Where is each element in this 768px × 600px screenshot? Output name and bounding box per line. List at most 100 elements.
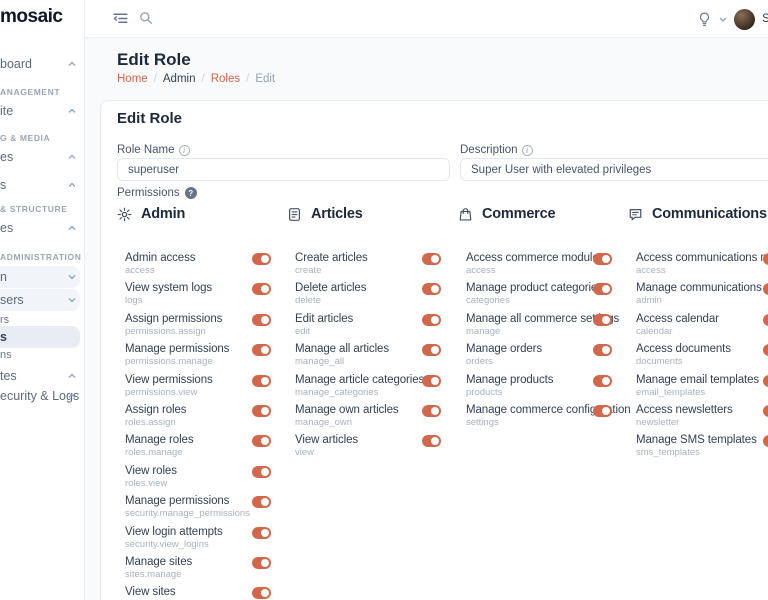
- shopping-bag-icon: [458, 207, 473, 222]
- sidebar-item-n[interactable]: n: [0, 266, 85, 288]
- help-icon[interactable]: ?: [184, 187, 197, 199]
- breadcrumb-roles[interactable]: Roles: [211, 73, 240, 85]
- permission-toggle[interactable]: [763, 374, 768, 387]
- permission-column-admin: Admin access access View system logs logs As…: [117, 252, 287, 600]
- permission-toggle[interactable]: [593, 313, 612, 326]
- toggle-knob: [431, 406, 439, 415]
- sidebar-item-board[interactable]: board: [0, 53, 85, 75]
- permission-toggle[interactable]: [422, 253, 441, 265]
- sidebar-item-sers[interactable]: sers: [0, 289, 85, 311]
- role-name-label: Role Name i: [117, 144, 190, 156]
- search-icon[interactable]: [138, 10, 156, 28]
- permission-toggle[interactable]: [422, 283, 441, 296]
- description-label: Description i: [460, 144, 533, 156]
- toggle-knob: [261, 255, 269, 263]
- permission-row-view: View articles view: [287, 434, 457, 464]
- permission-column-communications: Access communications moduleaccessManage…: [628, 252, 768, 465]
- breadcrumb-edit: Edit: [255, 73, 276, 85]
- breadcrumb-admin[interactable]: Admin: [163, 73, 196, 85]
- permission-toggle[interactable]: [252, 526, 271, 539]
- permission-toggle[interactable]: [252, 283, 271, 296]
- permission-toggle[interactable]: [252, 587, 271, 600]
- permission-row-manage: Manage all commerce settings manage: [458, 313, 628, 343]
- permission-toggle[interactable]: [422, 404, 441, 417]
- permission-toggle[interactable]: [252, 404, 271, 417]
- permission-toggle[interactable]: [593, 253, 612, 265]
- description-input[interactable]: [460, 158, 768, 181]
- breadcrumb-home[interactable]: Home: [117, 73, 148, 85]
- permission-toggle[interactable]: [252, 556, 271, 569]
- permission-key: manage_categories: [295, 386, 379, 398]
- permission-row-admin: Manage communications admin: [628, 282, 768, 312]
- sidebar-item-label: ite: [0, 104, 14, 118]
- sidebar-item-es[interactable]: es: [0, 217, 85, 239]
- message-icon: [628, 207, 643, 222]
- permission-title: Access communications module: [636, 252, 768, 264]
- permission-title: Manage communications: [636, 282, 762, 295]
- info-icon[interactable]: i: [521, 144, 533, 156]
- card-title: Edit Role: [117, 110, 183, 127]
- lightbulb-icon[interactable]: [697, 11, 712, 28]
- sidebar-item-es[interactable]: es: [0, 146, 85, 168]
- permission-toggle[interactable]: [422, 313, 441, 326]
- permission-row-permissions-assign: Assign permissions permissions.assign: [117, 313, 287, 343]
- sidebar-toggle-icon[interactable]: [112, 10, 130, 28]
- breadcrumb: Home / Admin / Roles / Edit: [117, 73, 275, 85]
- permission-title: Access newsletters: [636, 403, 733, 416]
- toggle-knob: [602, 406, 610, 415]
- gear-icon: [117, 207, 132, 222]
- permissions-label: Permissions ?: [117, 187, 197, 199]
- sidebar-item-s[interactable]: s: [0, 326, 85, 348]
- chevron-up-icon: [68, 154, 76, 160]
- permission-key: security.manage_permissions: [125, 508, 250, 520]
- chevron-up-icon: [68, 225, 76, 231]
- permission-row-access: Access communications moduleaccess: [628, 252, 768, 282]
- permission-toggle[interactable]: [252, 374, 271, 387]
- sidebar-item-ecurity-logs[interactable]: ecurity & Logs: [0, 385, 85, 407]
- breadcrumb-separator: /: [153, 73, 157, 85]
- role-name-input[interactable]: [117, 158, 450, 181]
- permission-key: edit: [295, 325, 311, 337]
- permission-toggle[interactable]: [252, 253, 271, 265]
- sidebar-item-tes[interactable]: tes: [0, 365, 85, 387]
- sidebar-subitem-ns[interactable]: ns: [0, 349, 85, 361]
- sidebar-section-label: ADMINISTRATION: [0, 252, 82, 262]
- sidebar-subitem-rs[interactable]: rs: [0, 314, 85, 326]
- permission-toggle[interactable]: [593, 374, 612, 387]
- permission-toggle[interactable]: [252, 496, 271, 509]
- info-icon[interactable]: i: [178, 144, 190, 156]
- permission-toggle[interactable]: [763, 253, 768, 265]
- toggle-knob: [602, 376, 610, 385]
- brand-logo[interactable]: mosaic: [0, 6, 63, 28]
- permission-toggle[interactable]: [593, 404, 612, 417]
- permission-toggle[interactable]: [422, 435, 441, 448]
- permission-column-header-commerce: Commerce: [458, 206, 556, 222]
- sidebar-item-label: es: [0, 221, 14, 235]
- permission-row-create: Create articles create: [287, 252, 457, 282]
- chevron-down-icon[interactable]: [719, 17, 727, 22]
- chevron-down-icon: [68, 275, 76, 280]
- sidebar-item-s[interactable]: s: [0, 174, 85, 196]
- permission-row-permissions-view: View permissions permissions.view: [117, 374, 287, 404]
- permission-toggle[interactable]: [252, 313, 271, 326]
- permission-row-roles-assign: Assign roles roles.assign: [117, 404, 287, 434]
- permission-toggle[interactable]: [422, 374, 441, 387]
- permission-toggle[interactable]: [252, 344, 271, 357]
- permission-toggle[interactable]: [763, 313, 768, 326]
- toggle-knob: [602, 315, 610, 324]
- permission-key: newsletter: [636, 416, 680, 428]
- avatar[interactable]: [734, 8, 756, 30]
- permission-row-sites-manage: Manage sites sites.manage: [117, 556, 287, 586]
- permission-key: logs: [125, 295, 143, 307]
- user-label[interactable]: Site: [762, 13, 768, 25]
- permission-toggle[interactable]: [252, 435, 271, 448]
- toggle-knob: [261, 437, 269, 446]
- permission-row-roles-view: View roles roles.view: [117, 465, 287, 495]
- permission-toggle[interactable]: [422, 344, 441, 357]
- permission-toggle[interactable]: [593, 344, 612, 357]
- permission-toggle[interactable]: [763, 404, 768, 417]
- sidebar-item-ite[interactable]: ite: [0, 100, 85, 122]
- permission-toggle[interactable]: [593, 283, 612, 296]
- permission-toggle[interactable]: [252, 465, 271, 478]
- permission-column-title: Articles: [311, 206, 363, 222]
